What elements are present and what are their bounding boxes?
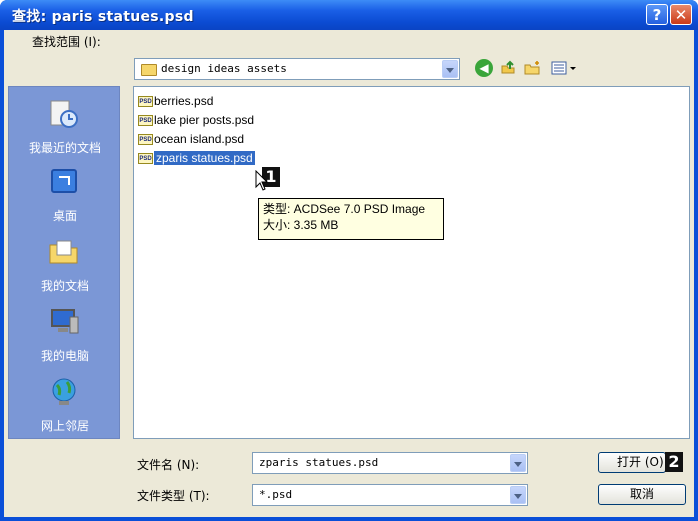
lookin-combo[interactable]: design ideas assets (134, 58, 460, 80)
file-name: ocean island.psd (154, 132, 245, 146)
place-label: 我的文档 (40, 279, 89, 293)
title-bar[interactable]: 查找: paris statues.psd ? ✕ (0, 0, 698, 30)
my-computer-icon (51, 309, 79, 334)
filename-input[interactable]: zparis statues.psd (259, 456, 378, 469)
mouse-cursor-icon (255, 170, 269, 191)
psd-file-icon: PSD (138, 115, 153, 127)
window-title: 查找: paris statues.psd (12, 9, 194, 25)
new-folder-icon[interactable] (523, 59, 541, 77)
up-folder-icon[interactable] (499, 59, 517, 77)
file-name: berries.psd (154, 94, 214, 108)
place-label: 我的电脑 (40, 349, 89, 363)
file-info-tooltip: 类型: ACDSee 7.0 PSD Image 大小: 3.35 MB (258, 198, 444, 240)
desktop-icon (51, 169, 77, 193)
views-menu-icon[interactable] (550, 59, 580, 77)
help-button[interactable]: ? (646, 4, 668, 25)
places-bar: 我最近的文档 桌面 我的文档 我的电脑 网上邻居 (8, 86, 120, 439)
callout-marker-2: 2 (665, 452, 683, 472)
file-name: lake pier posts.psd (154, 113, 255, 127)
filetype-label: 文件类型 (T): (137, 489, 210, 503)
tooltip-type: 类型: ACDSee 7.0 PSD Image (263, 202, 426, 216)
lookin-dropdown-button[interactable] (442, 60, 458, 78)
place-label: 我最近的文档 (28, 141, 101, 155)
open-dialog-window: 查找: paris statues.psd ? ✕ 查找范围 (I): desi… (0, 0, 698, 521)
psd-file-icon: PSD (138, 134, 153, 146)
cancel-button[interactable]: 取消 (598, 484, 686, 505)
lookin-value: design ideas assets (161, 62, 287, 75)
psd-file-icon: PSD (138, 153, 153, 165)
lookin-label: 查找范围 (I): (32, 35, 101, 49)
file-item[interactable]: PSD lake pier posts.psd (138, 111, 254, 129)
filetype-value: *.psd (259, 488, 293, 501)
tooltip-size: 大小: 3.35 MB (263, 218, 339, 232)
chevron-down-icon (446, 68, 454, 73)
filename-dropdown-button[interactable] (510, 454, 526, 472)
filetype-dropdown-button[interactable] (510, 486, 526, 504)
open-button[interactable]: 打开 (O) (598, 452, 666, 473)
network-places-icon (52, 378, 76, 405)
chevron-down-icon (514, 494, 522, 499)
file-item[interactable]: PSD ocean island.psd (138, 130, 244, 148)
filename-combo[interactable]: zparis statues.psd (252, 452, 528, 474)
psd-file-icon: PSD (138, 96, 153, 108)
chevron-down-icon (514, 462, 522, 467)
folder-icon (141, 64, 157, 76)
filetype-combo[interactable]: *.psd (252, 484, 528, 506)
file-name: zparis statues.psd (154, 151, 255, 165)
place-label: 网上邻居 (40, 419, 89, 433)
file-item-selected[interactable]: PSD zparis statues.psd (138, 149, 255, 167)
file-item[interactable]: PSD berries.psd (138, 92, 213, 110)
place-label: 桌面 (52, 209, 77, 223)
back-icon[interactable]: ◀ (475, 59, 493, 77)
file-list[interactable]: PSD berries.psd PSD lake pier posts.psd PS… (133, 86, 690, 439)
close-button[interactable]: ✕ (670, 4, 692, 25)
my-documents-icon (49, 240, 78, 264)
recent-documents-icon (50, 100, 78, 128)
filename-label: 文件名 (N): (137, 458, 200, 472)
